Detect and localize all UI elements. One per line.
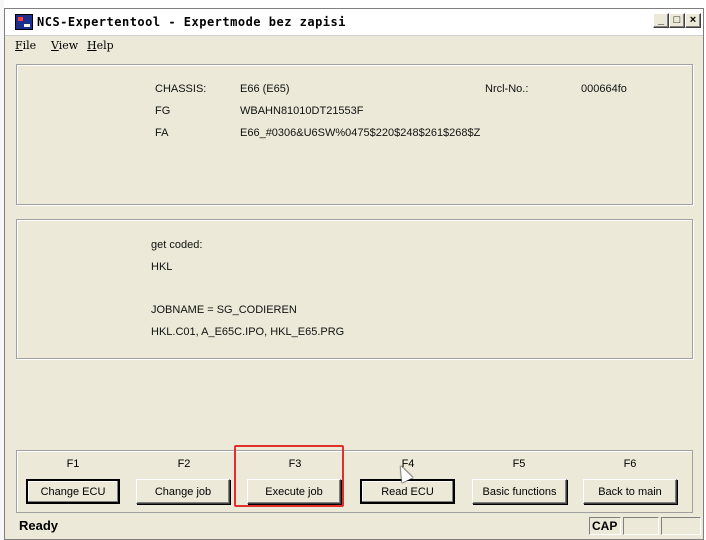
menu-view-label: iew (58, 39, 79, 52)
job-log-panel: get coded: HKL JOBNAME = SG_CODIEREN HKL… (16, 219, 693, 359)
status-num-indicator (623, 517, 659, 535)
fg-value: WBAHN81010DT21553F (240, 105, 364, 117)
menu-file-accel: F (15, 39, 23, 52)
status-caps-indicator: CAP (589, 517, 621, 535)
window-title: NCS-Expertentool - Expertmode bez zapisi (37, 15, 346, 29)
read-ecu-button[interactable]: Read ECU (360, 479, 455, 504)
fkey-label-f5: F5 (512, 458, 526, 470)
nrcl-value: 000664fo (581, 83, 627, 95)
execute-job-highlight (234, 445, 344, 507)
maximize-button[interactable]: □ (669, 13, 685, 28)
chassis-label: CHASSIS: (155, 83, 207, 95)
menu-help-label: elp (96, 39, 114, 52)
status-text: Ready (19, 518, 59, 533)
fkey-label-f1: F1 (66, 458, 80, 470)
status-scroll-indicator (661, 517, 701, 535)
chassis-value: E66 (E65) (240, 83, 290, 95)
minimize-button[interactable]: _ (653, 13, 669, 28)
status-bar: Ready CAP (5, 515, 703, 539)
menu-view-accel: V (51, 39, 59, 52)
log-line-4: HKL.C01, A_E65C.IPO, HKL_E65.PRG (151, 326, 345, 338)
log-line-3: JOBNAME = SG_CODIEREN (151, 304, 297, 316)
fg-label: FG (155, 105, 171, 117)
back-to-main-button[interactable]: Back to main (583, 479, 677, 504)
function-key-bar: F1 F2 F3 F4 F5 F6 Change ECU Change job … (16, 450, 693, 513)
fkey-label-f6: F6 (623, 458, 637, 470)
nrcl-label: Nrcl-No.: (485, 83, 529, 95)
menu-help-accel: H (87, 39, 97, 52)
menu-file-label: ile (22, 39, 37, 52)
fkey-label-f2: F2 (177, 458, 191, 470)
fa-value: E66_#0306&U6SW%0475$220$248$261$268$Z (240, 127, 481, 139)
app-window: NCS-Expertentool - Expertmode bez zapisi… (4, 8, 704, 540)
fa-label: FA (155, 127, 169, 139)
menu-view[interactable]: View (51, 39, 78, 52)
change-job-button[interactable]: Change job (136, 479, 230, 504)
vehicle-info-panel: CHASSIS: E66 (E65) Nrcl-No.: 000664fo FG… (16, 64, 693, 205)
menu-file[interactable]: File (15, 39, 36, 52)
close-button[interactable]: × (685, 13, 701, 28)
change-ecu-button[interactable]: Change ECU (26, 479, 120, 504)
menu-help[interactable]: Help (87, 39, 114, 52)
app-icon[interactable] (15, 14, 33, 30)
menu-bar: File View Help (5, 37, 703, 55)
title-bar[interactable]: NCS-Expertentool - Expertmode bez zapisi… (5, 9, 703, 36)
basic-functions-button[interactable]: Basic functions (472, 479, 567, 504)
log-line-2: HKL (151, 261, 173, 273)
log-line-1: get coded: (151, 239, 203, 251)
